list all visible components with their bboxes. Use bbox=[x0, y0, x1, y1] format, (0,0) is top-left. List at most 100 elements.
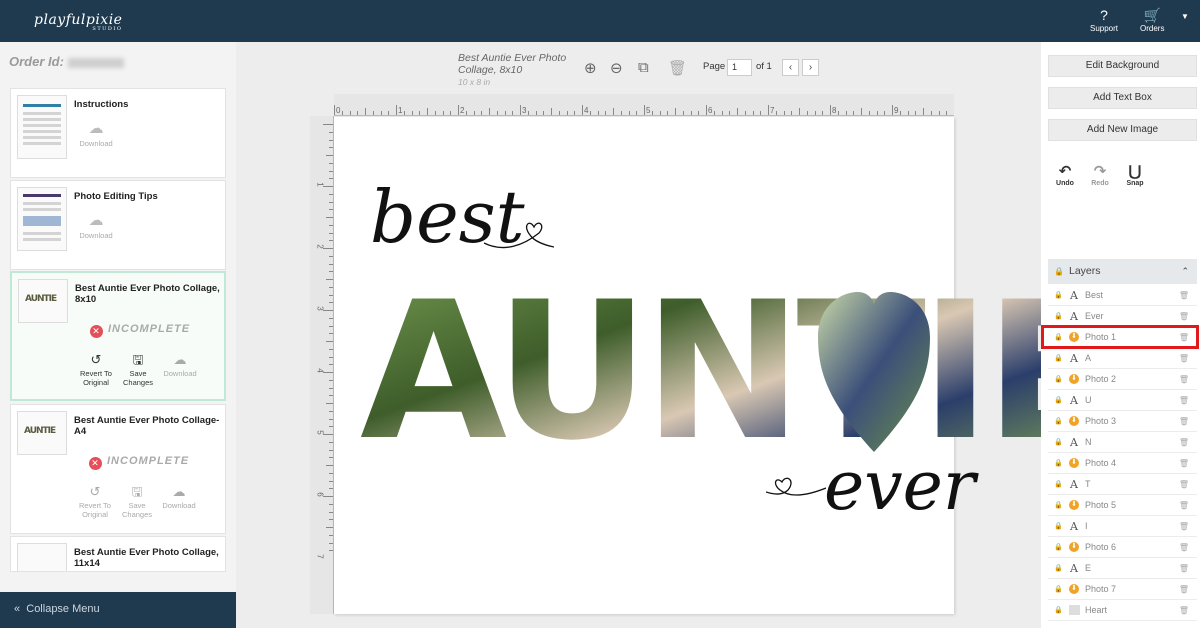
list-item-instructions[interactable]: Instructions ☁ Download bbox=[10, 88, 226, 178]
layers-header[interactable]: 🔒 Layers ⌃ bbox=[1048, 259, 1197, 284]
add-text-box-button[interactable]: Add Text Box bbox=[1048, 87, 1197, 109]
ruler-tick bbox=[752, 111, 754, 115]
trash-icon[interactable]: 🗑 bbox=[668, 59, 687, 77]
revert-to-original-button[interactable]: ↺ Revert To Original bbox=[76, 351, 116, 387]
lock-icon[interactable]: 🔒 bbox=[1054, 579, 1063, 600]
image-layer-icon: ⬇ bbox=[1069, 500, 1079, 510]
next-page-button[interactable]: › bbox=[802, 59, 819, 76]
ruler-tick bbox=[899, 111, 901, 115]
ruler-tick bbox=[326, 341, 333, 342]
trash-icon[interactable]: 🗑 bbox=[1179, 474, 1189, 495]
logo[interactable]: playfulpixie STUDIO bbox=[34, 12, 122, 32]
ruler-tick bbox=[329, 534, 333, 536]
lock-icon[interactable]: 🔒 bbox=[1054, 600, 1063, 621]
layer-row[interactable]: 🔒 ⬇ Photo 7 🗑 bbox=[1048, 579, 1197, 600]
ruler-tick-label: 7 bbox=[770, 106, 775, 115]
redo-button[interactable]: ↷ Redo bbox=[1085, 162, 1115, 187]
layer-row[interactable]: 🔒 ⬇ Photo 4 🗑 bbox=[1048, 453, 1197, 474]
ruler-tick bbox=[329, 224, 333, 226]
download-button[interactable]: ☁ Download bbox=[71, 211, 121, 240]
heart-photo-shape[interactable] bbox=[818, 292, 930, 452]
trash-icon[interactable]: 🗑 bbox=[1179, 537, 1189, 558]
zoom-out-icon[interactable]: ⊖ bbox=[610, 59, 623, 77]
text-ever[interactable]: ever bbox=[824, 447, 975, 526]
trash-icon[interactable]: 🗑 bbox=[1179, 600, 1189, 621]
edit-background-button[interactable]: Edit Background bbox=[1048, 55, 1197, 77]
layer-row[interactable]: 🔒 A Ever 🗑 bbox=[1048, 306, 1197, 327]
trash-icon[interactable]: 🗑 bbox=[1179, 369, 1189, 390]
lock-icon[interactable]: 🔒 bbox=[1054, 259, 1064, 284]
lock-icon[interactable]: 🔒 bbox=[1054, 306, 1063, 327]
text-auntie[interactable]: AUNTIE bbox=[360, 277, 1115, 467]
layer-row[interactable]: 🔒 A N 🗑 bbox=[1048, 432, 1197, 453]
trash-icon[interactable]: 🗑 bbox=[1179, 285, 1189, 306]
list-item-collage-8x10[interactable]: AUNTIE Best Auntie Ever Photo Collage, 8… bbox=[10, 271, 226, 401]
layer-row[interactable]: 🔒 A I 🗑 bbox=[1048, 516, 1197, 537]
lock-icon[interactable]: 🔒 bbox=[1054, 474, 1063, 495]
lock-icon[interactable]: 🔒 bbox=[1054, 348, 1063, 369]
redo-icon: ↷ bbox=[1093, 163, 1107, 180]
zoom-in-icon[interactable]: ⊕ bbox=[584, 59, 597, 77]
lock-icon[interactable]: 🔒 bbox=[1054, 495, 1063, 516]
image-layer-icon: ⬇ bbox=[1069, 374, 1079, 384]
download-button[interactable]: ☁ Download bbox=[71, 119, 121, 148]
layer-row[interactable]: 🔒 ⬇ Photo 3 🗑 bbox=[1048, 411, 1197, 432]
trash-icon[interactable]: 🗑 bbox=[1179, 306, 1189, 327]
list-item-collage-a4[interactable]: AUNTIE Best Auntie Ever Photo Collage- A… bbox=[10, 404, 226, 534]
layer-row[interactable]: 🔒 ⬇ Photo 2 🗑 bbox=[1048, 369, 1197, 390]
add-new-image-button[interactable]: Add New Image bbox=[1048, 119, 1197, 141]
list-item-photo-editing-tips[interactable]: Photo Editing Tips ☁ Download bbox=[10, 180, 226, 270]
orders-button[interactable]: 🛒 Orders bbox=[1140, 6, 1164, 33]
lock-icon[interactable]: 🔒 bbox=[1054, 537, 1063, 558]
trash-icon[interactable]: 🗑 bbox=[1179, 432, 1189, 453]
ruler-tick bbox=[329, 364, 333, 366]
layer-name: Photo 4 bbox=[1085, 458, 1117, 468]
auntie-photo-letters[interactable]: AUNTIE bbox=[360, 277, 1115, 467]
support-button[interactable]: ? Support bbox=[1090, 6, 1118, 33]
lock-icon[interactable]: 🔒 bbox=[1054, 453, 1063, 474]
lock-icon[interactable]: 🔒 bbox=[1054, 516, 1063, 537]
trash-icon[interactable]: 🗑 bbox=[1179, 516, 1189, 537]
trash-icon[interactable]: 🗑 bbox=[1179, 495, 1189, 516]
lock-icon[interactable]: 🔒 bbox=[1054, 558, 1063, 579]
layer-row[interactable]: 🔒 Heart 🗑 bbox=[1048, 600, 1197, 621]
lock-icon[interactable]: 🔒 bbox=[1054, 390, 1063, 411]
download-button[interactable]: ☁ Download bbox=[159, 483, 199, 510]
image-layer-icon: ⬇ bbox=[1069, 458, 1079, 468]
chevron-up-icon[interactable]: ⌃ bbox=[1181, 259, 1189, 284]
selected-layer-highlight bbox=[1041, 325, 1199, 349]
layer-row[interactable]: 🔒 A E 🗑 bbox=[1048, 558, 1197, 579]
ruler-tick bbox=[465, 111, 467, 115]
layer-row[interactable]: 🔒 ⬇ Photo 5 🗑 bbox=[1048, 495, 1197, 516]
page-number-input[interactable]: 1 bbox=[727, 59, 752, 76]
lock-icon[interactable]: 🔒 bbox=[1054, 369, 1063, 390]
layer-row[interactable]: 🔒 A A 🗑 bbox=[1048, 348, 1197, 369]
layer-row[interactable]: 🔒 A T 🗑 bbox=[1048, 474, 1197, 495]
trash-icon[interactable]: 🗑 bbox=[1179, 411, 1189, 432]
list-item-collage-11x14[interactable]: Best Auntie Ever Photo Collage, 11x14 bbox=[10, 536, 226, 572]
trash-icon[interactable]: 🗑 bbox=[1179, 390, 1189, 411]
save-changes-button[interactable]: 🖫 Save Changes bbox=[117, 483, 157, 519]
trash-icon[interactable]: 🗑 bbox=[1179, 579, 1189, 600]
layer-row[interactable]: 🔒 A U 🗑 bbox=[1048, 390, 1197, 411]
design-canvas[interactable]: best AUNTIE ever bbox=[334, 117, 1115, 614]
download-button[interactable]: ☁ Download bbox=[160, 351, 200, 378]
lock-icon[interactable]: 🔒 bbox=[1054, 432, 1063, 453]
trash-icon[interactable]: 🗑 bbox=[1179, 558, 1189, 579]
trash-icon[interactable]: 🗑 bbox=[1179, 348, 1189, 369]
ruler-tick bbox=[651, 111, 653, 115]
lock-icon[interactable]: 🔒 bbox=[1054, 285, 1063, 306]
copy-icon[interactable]: ⧉ bbox=[638, 59, 649, 76]
lock-icon[interactable]: 🔒 bbox=[1054, 411, 1063, 432]
prev-page-button[interactable]: ‹ bbox=[782, 59, 799, 76]
snap-button[interactable]: ⋃ Snap bbox=[1120, 162, 1150, 187]
layer-row[interactable]: 🔒 A Best 🗑 bbox=[1048, 285, 1197, 306]
trash-icon[interactable]: 🗑 bbox=[1179, 453, 1189, 474]
revert-to-original-button[interactable]: ↺ Revert To Original bbox=[75, 483, 115, 519]
collapse-menu-button[interactable]: « Collapse Menu bbox=[0, 592, 236, 628]
ruler-tick bbox=[334, 105, 335, 115]
chevron-down-icon[interactable]: ▼ bbox=[1181, 12, 1189, 21]
save-changes-button[interactable]: 🖫 Save Changes bbox=[118, 351, 158, 387]
layer-row[interactable]: 🔒 ⬇ Photo 6 🗑 bbox=[1048, 537, 1197, 558]
undo-button[interactable]: ↶ Undo bbox=[1050, 162, 1080, 187]
